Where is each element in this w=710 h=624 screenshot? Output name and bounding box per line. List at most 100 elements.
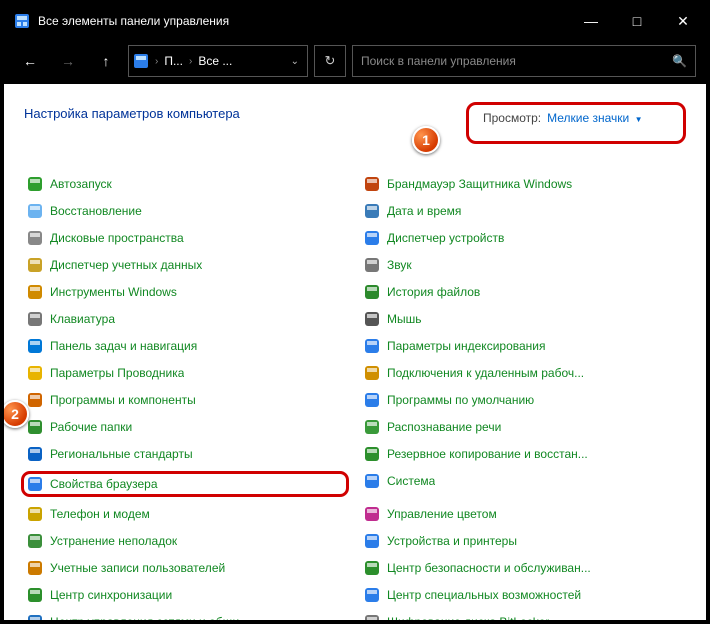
control-panel-item[interactable]: Устройства и принтеры <box>361 531 686 551</box>
control-panel-item[interactable]: Шифрование диска BitLocker <box>361 612 686 620</box>
item-label: Устранение неполадок <box>50 534 177 548</box>
explorer-opts-icon <box>26 364 44 382</box>
item-label: Звук <box>387 258 412 272</box>
control-panel-item[interactable]: Параметры Проводника <box>24 363 349 383</box>
control-panel-item[interactable]: Параметры индексирования <box>361 336 686 356</box>
maximize-button[interactable]: □ <box>614 4 660 38</box>
breadcrumb-seg[interactable]: П... <box>164 54 183 68</box>
control-panel-item[interactable]: Свойства браузера <box>21 471 349 497</box>
control-panel-item[interactable]: Система <box>361 471 686 491</box>
control-panel-item[interactable]: Восстановление <box>24 201 349 221</box>
item-label: Устройства и принтеры <box>387 534 517 548</box>
control-panel-item[interactable]: Панель задач и навигация <box>24 336 349 356</box>
forward-button[interactable]: → <box>52 45 84 77</box>
control-panel-item[interactable]: Диспетчер устройств <box>361 228 686 248</box>
remote-icon <box>363 364 381 382</box>
item-label: Брандмауэр Защитника Windows <box>387 177 572 191</box>
control-panel-item[interactable]: Программы и компоненты <box>24 390 349 410</box>
view-value: Мелкие значки <box>547 111 629 125</box>
defaults-icon <box>363 391 381 409</box>
control-panel-item[interactable]: Автозапуск <box>24 174 349 194</box>
control-panel-item[interactable]: Учетные записи пользователей <box>24 558 349 578</box>
chevron-right-icon: › <box>153 56 160 67</box>
search-icon: 🔍 <box>672 54 687 68</box>
control-panel-item[interactable]: Инструменты Windows <box>24 282 349 302</box>
breadcrumb-seg[interactable]: Все ... <box>198 54 232 68</box>
header-row: Настройка параметров компьютера Просмотр… <box>24 102 686 144</box>
region-icon <box>26 445 44 463</box>
mouse-icon <box>363 310 381 328</box>
control-panel-item[interactable]: Резервное копирование и восстан... <box>361 444 686 464</box>
control-panel-item[interactable]: Звук <box>361 255 686 275</box>
control-panel-item[interactable]: Распознавание речи <box>361 417 686 437</box>
chevron-down-icon[interactable]: ⌄ <box>287 56 303 67</box>
control-panel-item[interactable]: Телефон и модем <box>24 504 349 524</box>
control-panel-item[interactable]: Дата и время <box>361 201 686 221</box>
item-label: Восстановление <box>50 204 142 218</box>
control-panel-item[interactable]: Клавиатура <box>24 309 349 329</box>
control-panel-item[interactable]: Подключения к удаленным рабоч... <box>361 363 686 383</box>
tools-icon <box>26 283 44 301</box>
item-label: Инструменты Windows <box>50 285 177 299</box>
control-panel-item[interactable]: Региональные стандарты <box>24 444 349 464</box>
control-panel-item[interactable]: История файлов <box>361 282 686 302</box>
backup-icon <box>363 445 381 463</box>
control-panel-item[interactable]: Управление цветом <box>361 504 686 524</box>
control-panel-item[interactable]: Брандмауэр Защитника Windows <box>361 174 686 194</box>
item-label: История файлов <box>387 285 480 299</box>
color-icon <box>363 505 381 523</box>
item-label: Параметры Проводника <box>50 366 184 380</box>
navbar: ← → ↑ › П... › Все ... ⌄ ↻ Поиск в панел… <box>4 38 706 84</box>
programs-icon <box>26 391 44 409</box>
item-label: Программы по умолчанию <box>387 393 534 407</box>
callout-1: 1 <box>412 126 440 154</box>
window-title: Все элементы панели управления <box>38 14 568 28</box>
datetime-icon <box>363 202 381 220</box>
control-panel-item[interactable]: Программы по умолчанию <box>361 390 686 410</box>
users-icon <box>26 559 44 577</box>
firewall-icon <box>363 175 381 193</box>
window-controls: — □ ✕ <box>568 4 706 38</box>
items-grid: Автозапуск Брандмауэр Защитника Windows Во… <box>24 174 686 620</box>
up-button[interactable]: ↑ <box>90 45 122 77</box>
control-panel-item[interactable]: Рабочие папки <box>24 417 349 437</box>
item-label: Подключения к удаленным рабоч... <box>387 366 584 380</box>
item-label: Центр специальных возможностей <box>387 588 581 602</box>
item-label: Телефон и модем <box>50 507 150 521</box>
security-icon <box>363 559 381 577</box>
control-panel-item[interactable]: Центр безопасности и обслуживан... <box>361 558 686 578</box>
control-panel-item[interactable]: Диспетчер учетных данных <box>24 255 349 275</box>
control-panel-item[interactable]: Устранение неполадок <box>24 531 349 551</box>
breadcrumb[interactable]: › П... › Все ... ⌄ <box>128 45 308 77</box>
close-button[interactable]: ✕ <box>660 4 706 38</box>
devmgr-icon <box>363 229 381 247</box>
item-label: Распознавание речи <box>387 420 501 434</box>
internet-opts-icon <box>26 475 44 493</box>
item-label: Дисковые пространства <box>50 231 184 245</box>
item-label: Учетные записи пользователей <box>50 561 225 575</box>
search-placeholder: Поиск в панели управления <box>361 54 516 68</box>
minimize-button[interactable]: — <box>568 4 614 38</box>
control-panel-item[interactable]: Центр синхронизации <box>24 585 349 605</box>
item-label: Шифрование диска BitLocker <box>387 615 549 620</box>
credentials-icon <box>26 256 44 274</box>
search-input[interactable]: Поиск в панели управления 🔍 <box>352 45 696 77</box>
control-panel-item[interactable]: Мышь <box>361 309 686 329</box>
speech-icon <box>363 418 381 436</box>
item-label: Мышь <box>387 312 422 326</box>
refresh-button[interactable]: ↻ <box>314 45 346 77</box>
control-panel-icon <box>14 13 30 29</box>
item-label: Дата и время <box>387 204 461 218</box>
access-icon <box>363 586 381 604</box>
item-label: Автозапуск <box>50 177 112 191</box>
control-panel-item[interactable]: Дисковые пространства <box>24 228 349 248</box>
chevron-down-icon: ▼ <box>635 115 643 124</box>
control-panel-item[interactable]: Центр управления сетями и общи... <box>24 612 349 620</box>
control-panel-item[interactable]: Центр специальных возможностей <box>361 585 686 605</box>
item-label: Региональные стандарты <box>50 447 193 461</box>
back-button[interactable]: ← <box>14 45 46 77</box>
storage-icon <box>26 229 44 247</box>
item-label: Центр безопасности и обслуживан... <box>387 561 591 575</box>
view-by-dropdown[interactable]: Мелкие значки ▼ <box>547 111 642 125</box>
content-area: 1 2 Настройка параметров компьютера Прос… <box>4 84 706 620</box>
